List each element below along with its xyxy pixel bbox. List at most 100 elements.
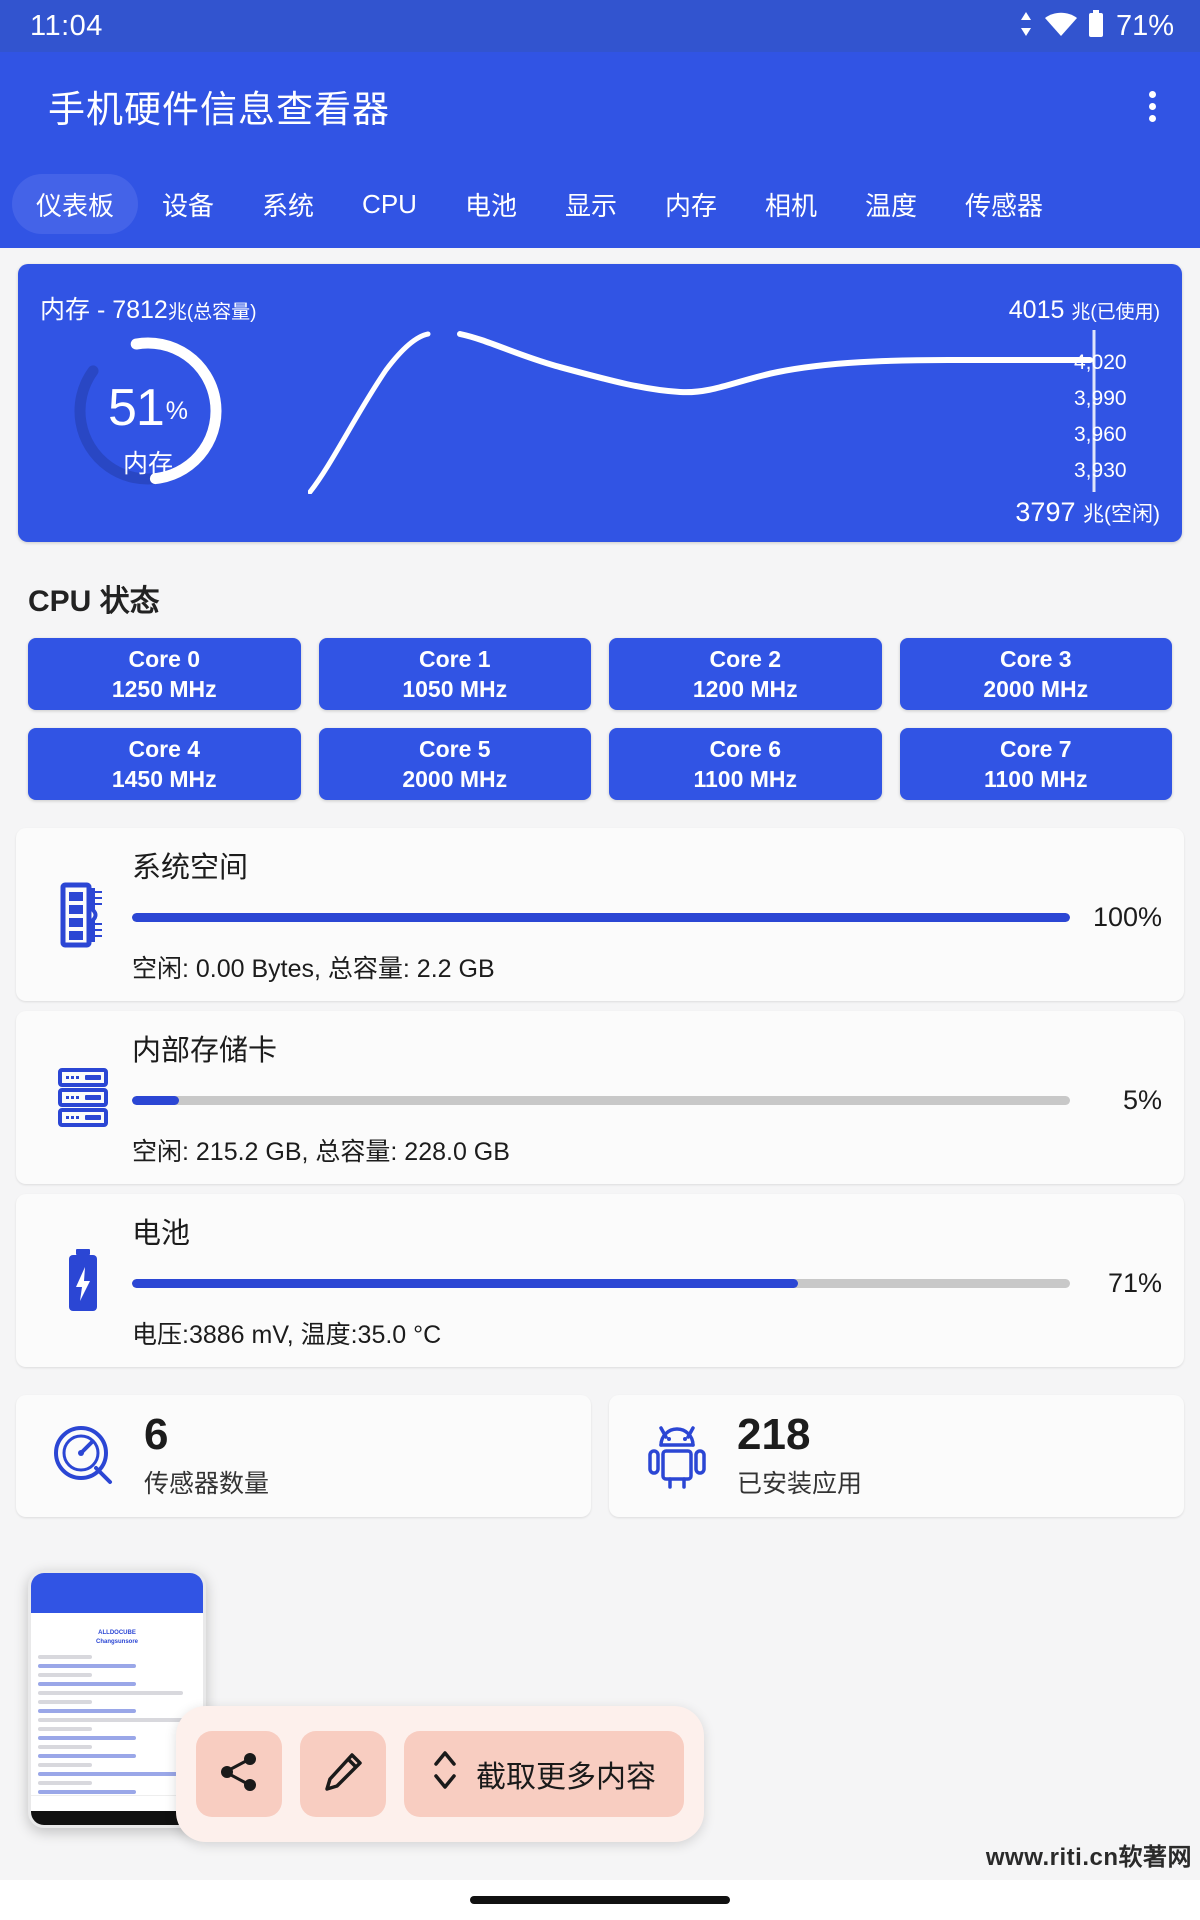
core-frequency: 1200 MHz: [692, 676, 798, 702]
cpu-core-6[interactable]: Core 6 1100 MHz: [609, 728, 882, 800]
memory-sparkline-chart: [307, 314, 1098, 495]
thumbnail-line: [38, 1718, 184, 1722]
storage-progress-track: [132, 1096, 1070, 1105]
storage-row-system[interactable]: 系统空间 100% 空闲: 0.00 Bytes, 总容量: 2.2 GB: [16, 828, 1184, 1001]
storage-row-meta: 空闲: 0.00 Bytes, 总容量: 2.2 GB: [132, 955, 495, 983]
home-pill-indicator[interactable]: [470, 1896, 730, 1904]
thumbnail-line: [38, 1763, 92, 1767]
battery-bolt-icon: [44, 1248, 122, 1313]
storage-progress-fill: [132, 913, 1070, 922]
tab-temperature[interactable]: 温度: [841, 174, 941, 234]
storage-progress-fill: [132, 1096, 179, 1105]
status-bar-clock: 11:04: [30, 9, 103, 42]
page-title: 手机硬件信息查看器: [48, 89, 390, 130]
cpu-core-grid: Core 0 1250 MHz Core 1 1050 MHz Core 2 1…: [0, 638, 1200, 800]
core-name: Core 7: [999, 735, 1072, 762]
tab-memory[interactable]: 内存: [641, 174, 741, 234]
memory-gauge-value: 51: [107, 379, 165, 437]
stat-card-text: 6 传感器数量: [122, 1409, 270, 1500]
cpu-core-0[interactable]: Core 0 1250 MHz: [28, 638, 301, 710]
data-transfer-icon: [1017, 11, 1035, 42]
tab-device[interactable]: 设备: [138, 174, 238, 234]
tab-bar[interactable]: 仪表板 设备 系统 CPU 电池 显示 内存 相机 温度 传感器: [0, 160, 1200, 248]
ram-module-icon: [44, 882, 122, 948]
screenshot-overlay: ALLDOCUBE Changsunsore 截取更多内容 www.riti.c…: [0, 1570, 1200, 1920]
core-name: Core 4: [128, 735, 201, 762]
stat-card-sensors[interactable]: 6 传感器数量: [16, 1395, 591, 1517]
tab-camera[interactable]: 相机: [741, 174, 841, 234]
dot-icon: [1149, 114, 1156, 122]
edit-button[interactable]: [300, 1731, 386, 1817]
storage-row-body: 内部存储卡 5% 空闲: 215.2 GB, 总容量: 228.0 GB: [122, 1027, 1162, 1168]
stat-card-number: 218: [737, 1409, 811, 1459]
thumbnail-line: [38, 1664, 136, 1668]
cpu-section-title: CPU 状态: [28, 585, 160, 618]
stat-card-text: 218 已安装应用: [715, 1409, 862, 1500]
status-bar-icons: 71%: [1017, 9, 1174, 43]
y-tick: 4,020: [1074, 351, 1127, 374]
scroll-updown-icon: [432, 1748, 458, 1800]
thumbnail-line: [38, 1781, 92, 1785]
thumbnail-line: [38, 1745, 92, 1749]
core-name: Core 5: [418, 735, 491, 762]
memory-gauge-percent-sign: %: [165, 396, 189, 425]
thumbnail-line: [38, 1754, 136, 1758]
core-frequency: 1250 MHz: [111, 676, 217, 702]
thumbnail-appbar: [31, 1573, 203, 1599]
memory-overview-card: 内存 - 7812兆(总容量) 4015 兆(已使用) 51% 内存 4,020…: [18, 264, 1182, 542]
cpu-core-2[interactable]: Core 2 1200 MHz: [609, 638, 882, 710]
core-frequency: 1100 MHz: [983, 766, 1088, 792]
thumbnail-line: [38, 1682, 136, 1686]
storage-progress-track: [132, 1279, 1070, 1288]
core-frequency: 1450 MHz: [111, 766, 217, 792]
edit-pencil-icon: [322, 1751, 364, 1798]
stat-card-caption: 传感器数量: [144, 1470, 270, 1499]
storage-card-icon: [44, 1067, 122, 1129]
y-tick: 3,960: [1074, 423, 1127, 446]
memory-free-label: 3797 兆(空闲): [1015, 497, 1160, 527]
tab-dashboard[interactable]: 仪表板: [12, 174, 139, 234]
dot-icon: [1149, 90, 1156, 98]
storage-percent-label: 71%: [1107, 1268, 1162, 1298]
thumbnail-tabbar: [31, 1599, 203, 1613]
thumbnail-line: [38, 1709, 136, 1713]
tab-display[interactable]: 显示: [541, 174, 641, 234]
cpu-core-7[interactable]: Core 7 1100 MHz: [899, 728, 1172, 800]
storage-row-meta: 电压:3886 mV, 温度:35.0 °C: [132, 1321, 442, 1349]
overflow-menu-button[interactable]: [1135, 79, 1170, 134]
storage-percent-label: 5%: [1122, 1085, 1162, 1115]
cpu-core-5[interactable]: Core 5 2000 MHz: [318, 728, 591, 800]
storage-row-internal[interactable]: 内部存储卡 5% 空闲: 215.2 GB, 总容量: 228.0 GB: [16, 1011, 1184, 1184]
cpu-core-3[interactable]: Core 3 2000 MHz: [899, 638, 1172, 710]
wifi-icon: [1044, 11, 1078, 42]
battery-percent-label: 71%: [1115, 9, 1174, 42]
y-tick: 3,990: [1074, 387, 1127, 410]
storage-progress-line: 71%: [132, 1268, 1162, 1299]
memory-chart-y-labels: 4,020 3,990 3,960 3,930: [1074, 352, 1164, 496]
tab-battery[interactable]: 电池: [441, 174, 541, 234]
screenshot-toolbar: 截取更多内容: [176, 1706, 704, 1842]
memory-gauge-label: 内存: [122, 450, 173, 478]
core-name: Core 3: [999, 645, 1072, 672]
thumbnail-line: [38, 1691, 184, 1695]
core-name: Core 0: [128, 645, 201, 672]
tab-cpu[interactable]: CPU: [338, 174, 441, 234]
stat-card-apps[interactable]: 218 已安装应用: [609, 1395, 1184, 1517]
y-tick: 3,930: [1074, 459, 1127, 482]
core-frequency: 1100 MHz: [693, 766, 798, 792]
sparkline-segment-b: [457, 331, 1093, 396]
cpu-core-1[interactable]: Core 1 1050 MHz: [318, 638, 591, 710]
capture-more-button[interactable]: 截取更多内容: [404, 1731, 684, 1817]
stat-card-number: 6: [144, 1409, 169, 1459]
tab-sensors[interactable]: 传感器: [941, 174, 1067, 234]
core-frequency: 2000 MHz: [983, 676, 1089, 702]
battery-icon: [1087, 9, 1105, 43]
thumbnail-line: [38, 1772, 184, 1776]
cpu-core-4[interactable]: Core 4 1450 MHz: [28, 728, 301, 800]
storage-row-battery[interactable]: 电池 71% 电压:3886 mV, 温度:35.0 °C: [16, 1194, 1184, 1367]
gauge-sensor-icon: [46, 1424, 122, 1488]
tab-system[interactable]: 系统: [238, 174, 338, 234]
thumbnail-line: [38, 1655, 92, 1659]
storage-row-name: 内部存储卡: [132, 1035, 278, 1067]
share-button[interactable]: [196, 1731, 282, 1817]
